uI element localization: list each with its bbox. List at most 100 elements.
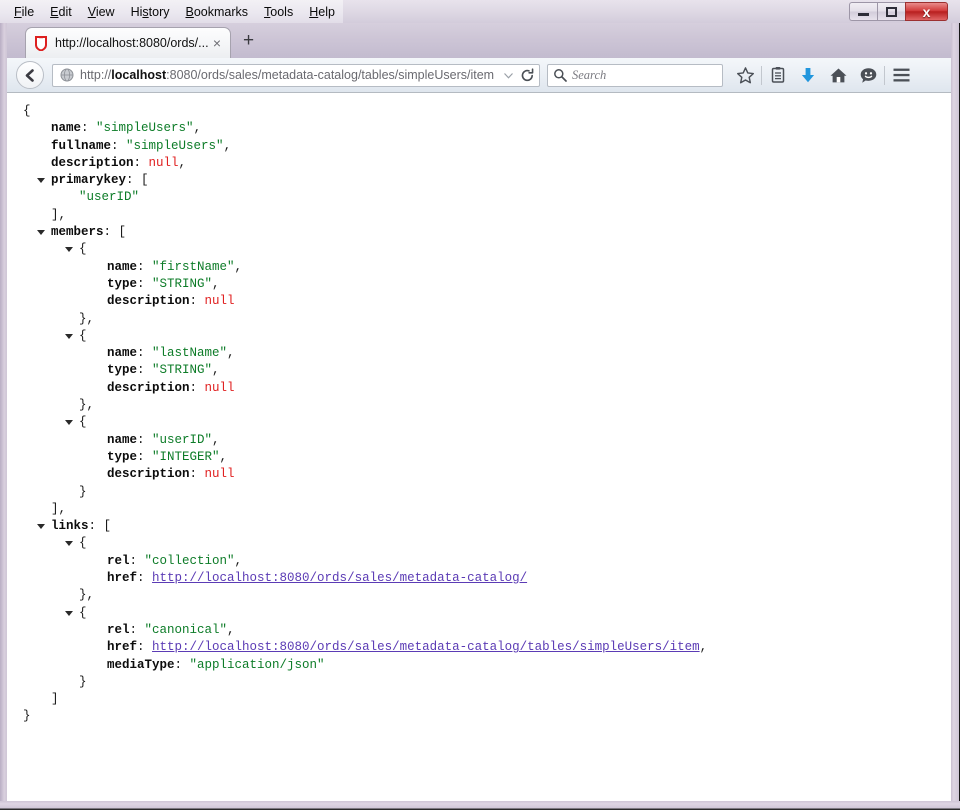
json-punctuation: ,: [219, 449, 228, 464]
window-frame-left-edge: [0, 0, 7, 810]
json-punctuation: :: [129, 622, 145, 637]
json-punctuation: {: [23, 104, 31, 118]
json-row: links: [: [15, 518, 951, 535]
json-row: description: null: [15, 380, 951, 397]
json-row: rel: "canonical",: [15, 622, 951, 639]
json-punctuation: ,: [212, 363, 220, 378]
json-punctuation: ],: [51, 501, 67, 516]
json-punctuation: :: [137, 449, 153, 464]
json-key: primarykey: [51, 173, 127, 188]
json-punctuation: {: [79, 605, 87, 620]
navigation-toolbar: http://localhost:8080/ords/sales/metadat…: [7, 58, 951, 93]
browser-window: File Edit View History Bookmarks Tools Help x …: [0, 0, 960, 810]
home-button[interactable]: [823, 60, 853, 90]
json-punctuation: }: [23, 709, 31, 724]
reload-button[interactable]: [517, 67, 537, 83]
json-punctuation: :: [133, 155, 149, 170]
search-icon: [554, 69, 567, 82]
json-row: description: null,: [15, 155, 951, 172]
window-controls: x: [849, 1, 948, 22]
json-punctuation: }: [79, 674, 87, 689]
toolbar-separator-menu: [884, 65, 885, 85]
json-key: description: [107, 294, 190, 309]
json-key: name: [51, 121, 82, 136]
json-viewer: {name: "simpleUsers", fullname: "simpleUs…: [7, 93, 951, 726]
json-row: }: [15, 708, 951, 725]
menu-item-file[interactable]: File: [6, 2, 42, 22]
menu-bar: File Edit View History Bookmarks Tools Help: [0, 0, 343, 23]
search-bar[interactable]: Search: [547, 63, 723, 87]
new-tab-button[interactable]: +: [243, 31, 254, 50]
url-path: :8080/ords/sales/metadata-catalog/tables…: [166, 68, 495, 82]
menu-item-view[interactable]: View: [80, 2, 123, 22]
json-key: description: [107, 467, 190, 482]
json-link[interactable]: http://localhost:8080/ords/sales/metadat…: [152, 571, 527, 585]
json-collapse-twisty-icon[interactable]: [37, 230, 45, 236]
json-punctuation: :: [137, 432, 153, 447]
json-punctuation: ,: [234, 553, 243, 568]
json-collapse-twisty-icon[interactable]: [37, 524, 45, 530]
json-key: members: [51, 225, 104, 240]
json-punctuation: ,: [178, 155, 187, 170]
json-punctuation: :: [137, 571, 153, 586]
json-row: {: [15, 414, 951, 431]
json-punctuation: :: [189, 467, 205, 482]
maximize-button[interactable]: [877, 2, 905, 21]
json-punctuation: ,: [212, 276, 220, 291]
json-string-value: "simpleUsers": [126, 138, 224, 153]
menu-item-tools[interactable]: Tools: [256, 2, 301, 22]
json-row: type: "STRING",: [15, 276, 951, 293]
downloads-button[interactable]: [793, 60, 823, 90]
tab-close-icon[interactable]: ×: [208, 36, 226, 50]
json-key: name: [107, 259, 138, 274]
json-collapse-twisty-icon[interactable]: [65, 247, 73, 253]
reload-icon: [521, 67, 533, 81]
json-key: type: [107, 276, 138, 291]
json-row: {: [15, 605, 951, 622]
back-arrow-icon: [25, 68, 34, 82]
json-row: {: [15, 328, 951, 345]
json-row: href: http://localhost:8080/ords/sales/m…: [15, 639, 951, 656]
json-collapse-twisty-icon[interactable]: [65, 333, 73, 339]
json-punctuation: {: [79, 242, 87, 257]
menu-item-history[interactable]: History: [123, 2, 178, 22]
tab-strip: http://localhost:8080/ords/... × +: [7, 23, 951, 58]
json-key: rel: [107, 622, 130, 637]
sync-smiley-button[interactable]: [853, 60, 883, 90]
url-bar-dropdown-icon[interactable]: [499, 70, 517, 81]
bookmark-star-button[interactable]: [730, 60, 760, 90]
reader-list-button[interactable]: [763, 60, 793, 90]
json-collapse-twisty-icon[interactable]: [65, 420, 73, 426]
menu-item-bookmarks[interactable]: Bookmarks: [178, 2, 257, 22]
json-string-value: "canonical": [144, 622, 228, 637]
json-row: name: "simpleUsers",: [15, 120, 951, 137]
json-row: }: [15, 674, 951, 691]
json-key: type: [107, 449, 138, 464]
globe-identity-icon[interactable]: [59, 67, 75, 83]
search-input-placeholder: Search: [572, 68, 607, 82]
url-bar[interactable]: http://localhost:8080/ords/sales/metadat…: [52, 63, 540, 87]
bookmark-star-icon: [736, 66, 754, 83]
menu-item-edit[interactable]: Edit: [42, 2, 80, 22]
json-row: name: "firstName",: [15, 259, 951, 276]
minimize-button[interactable]: [849, 2, 877, 21]
hamburger-menu-button[interactable]: [886, 60, 916, 90]
json-punctuation: }: [79, 484, 87, 499]
tab-active[interactable]: http://localhost:8080/ords/... ×: [25, 27, 231, 58]
json-link[interactable]: http://localhost:8080/ords/sales/metadat…: [152, 640, 700, 654]
json-row: },: [15, 587, 951, 604]
back-button[interactable]: [16, 61, 44, 89]
close-button[interactable]: x: [905, 2, 948, 21]
json-collapse-twisty-icon[interactable]: [65, 541, 73, 547]
json-punctuation: :: [137, 259, 153, 274]
json-key: rel: [107, 553, 130, 568]
json-punctuation: :: [137, 346, 153, 361]
json-collapse-twisty-icon[interactable]: [37, 178, 45, 184]
json-row: {: [15, 535, 951, 552]
json-punctuation: ],: [51, 207, 67, 222]
chevron-down-icon: [503, 72, 513, 79]
json-row: name: "lastName",: [15, 345, 951, 362]
json-row: fullname: "simpleUsers",: [15, 138, 951, 155]
json-collapse-twisty-icon[interactable]: [65, 610, 73, 616]
menu-item-help[interactable]: Help: [301, 2, 343, 22]
